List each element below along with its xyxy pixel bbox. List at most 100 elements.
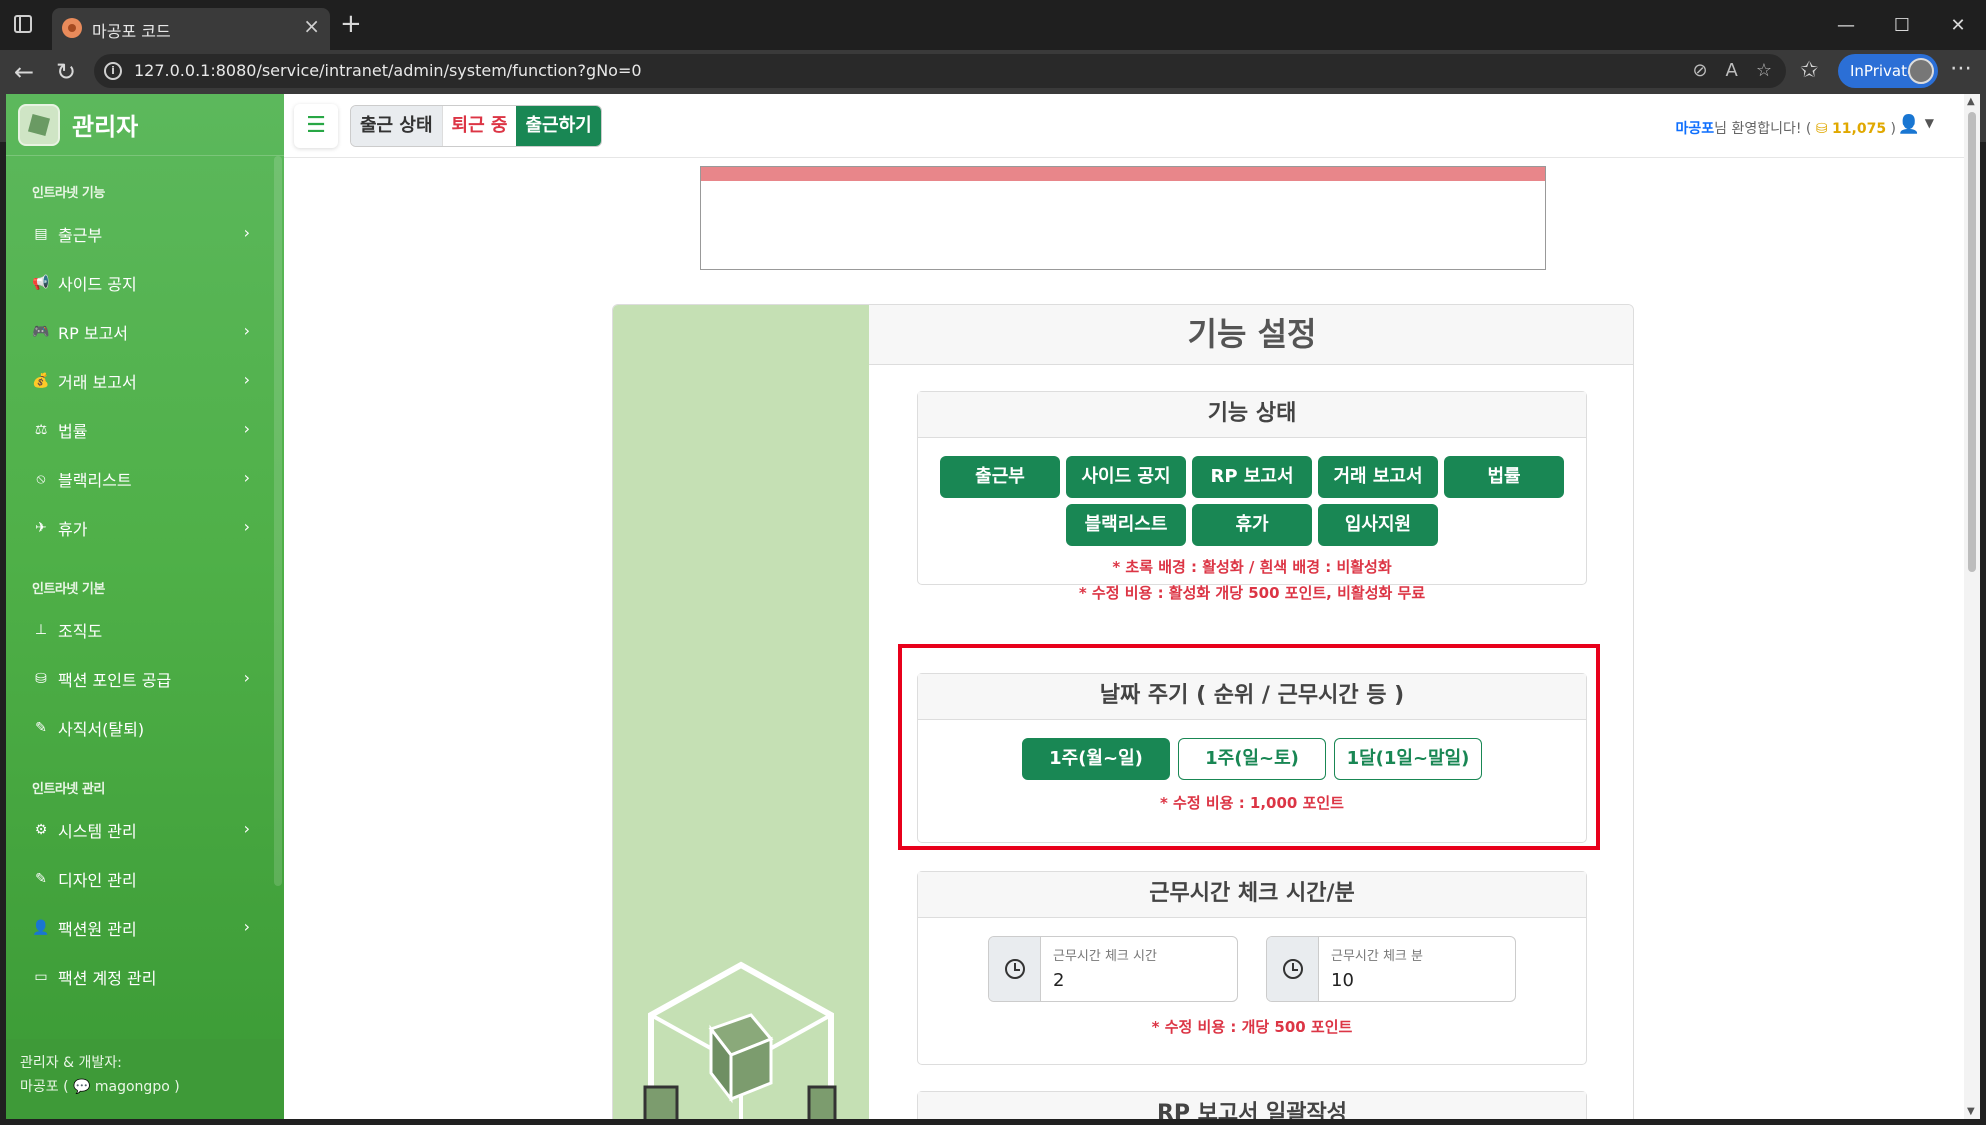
- menu-toggle-icon[interactable]: ☰: [294, 104, 338, 148]
- welcome-username: 마공포: [1675, 121, 1715, 137]
- sidebar-item[interactable]: ⚖ 법률 ›: [6, 405, 284, 454]
- card-side-panel: [613, 305, 869, 1119]
- rp-batch-section: RP 보고서 일괄작성: [917, 1091, 1587, 1119]
- refresh-icon[interactable]: ↻: [56, 58, 76, 86]
- minimize-icon[interactable]: —: [1818, 0, 1874, 50]
- footer-credit-name: 마공포 ( 💬 magongpo ): [20, 1079, 180, 1095]
- coins-icon: ⛁: [35, 670, 47, 687]
- scroll-down-icon[interactable]: ▼: [1967, 1106, 1975, 1117]
- sidebar-item-label: 법률: [58, 421, 88, 441]
- work-check-hour-field[interactable]: 근무시간 체크 시간 2: [988, 936, 1238, 1002]
- feature-toggle-button[interactable]: 거래 보고서: [1318, 456, 1438, 498]
- sidebar-item-label: 블랙리스트: [58, 470, 132, 490]
- tracking-off-icon[interactable]: ⊘: [1692, 60, 1707, 81]
- sidebar-footer: 관리자 & 개발자: 마공포 ( 💬 magongpo ): [6, 1039, 284, 1119]
- id-card-icon: ▭: [34, 968, 48, 985]
- gear-icon: ⚙: [34, 821, 48, 838]
- info-icon[interactable]: i: [104, 62, 122, 80]
- footer-credit-label: 관리자 & 개발자:: [20, 1055, 122, 1071]
- chevron-right-icon: ›: [243, 819, 250, 838]
- feature-toggle-button[interactable]: 사이드 공지: [1066, 456, 1186, 498]
- sidebar-item[interactable]: 📢 사이드 공지: [6, 258, 284, 307]
- welcome-close: ): [1890, 121, 1896, 137]
- avatar: [1908, 58, 1934, 84]
- pen-icon: ✎: [35, 719, 47, 736]
- welcome-text: 마공포님 환영합니다! ( ⛁ 11,075 ): [1676, 118, 1897, 138]
- sidebar-item[interactable]: ⦸ 블랙리스트 ›: [6, 454, 284, 503]
- sidebar-item-label: 사이드 공지: [58, 274, 137, 294]
- work-check-hour-input[interactable]: 2: [1053, 970, 1157, 991]
- feature-toggle-button[interactable]: 블랙리스트: [1066, 504, 1186, 546]
- sidebar-item[interactable]: ✎ 사직서(탈퇴): [6, 703, 284, 752]
- rp-batch-heading: RP 보고서 일괄작성: [918, 1092, 1586, 1119]
- sidebar-item-label: 휴가: [58, 519, 88, 539]
- sidebar-scrollbar[interactable]: [274, 156, 282, 886]
- maximize-icon[interactable]: ☐: [1874, 0, 1930, 50]
- read-aloud-icon[interactable]: A: [1726, 60, 1738, 81]
- sidebar-item[interactable]: ⛁ 팩션 포인트 공급 ›: [6, 654, 284, 703]
- sidebar-item[interactable]: ▭ 팩션 계정 관리: [6, 952, 284, 1001]
- sidebar-brand[interactable]: 관리자: [6, 94, 284, 156]
- work-check-section: 근무시간 체크 시간/분 근무시간 체크 시간 2 근무시간 체크 분 10 *…: [917, 871, 1587, 1065]
- page-title: 기능 설정: [869, 305, 1633, 365]
- feature-toggle-button[interactable]: 입사지원: [1318, 504, 1438, 546]
- points-value: 11,075: [1832, 121, 1887, 137]
- sidebar-item[interactable]: ⊥ 조직도: [6, 605, 284, 654]
- sidebar-item-label: 시스템 관리: [58, 821, 137, 841]
- sidebar-section-title: 인트라넷 기본: [32, 582, 105, 597]
- work-check-minute-input[interactable]: 10: [1331, 970, 1423, 991]
- feature-status-heading: 기능 상태: [918, 392, 1586, 438]
- url-text: 127.0.0.1:8080/service/intranet/admin/sy…: [134, 61, 642, 80]
- sidebar-item[interactable]: 🎮 RP 보고서 ›: [6, 307, 284, 356]
- more-icon[interactable]: ⋯: [1950, 56, 1972, 81]
- chevron-right-icon: ›: [243, 668, 250, 687]
- browser-tab[interactable]: 마공포 코드 ×: [52, 8, 330, 50]
- sidebar-item-label: 사직서(탈퇴): [58, 719, 145, 739]
- back-icon[interactable]: ←: [14, 58, 34, 86]
- design-preview: [700, 166, 1546, 270]
- sidebar-item[interactable]: ✈ 휴가 ›: [6, 503, 284, 552]
- user-icon[interactable]: 👤: [1898, 114, 1920, 135]
- sidebar-item[interactable]: ✎ 디자인 관리: [6, 854, 284, 903]
- scale-icon: ⚖: [34, 421, 48, 438]
- sidebar-item-label: 조직도: [58, 621, 103, 641]
- clock-in-button[interactable]: 출근하기: [516, 106, 601, 146]
- feature-toggle-list: 출근부 사이드 공지 RP 보고서 거래 보고서 법률블랙리스트 휴가 입사지원: [918, 438, 1586, 546]
- clock-icon: [989, 937, 1041, 1001]
- inprivate-button[interactable]: InPrivate: [1838, 54, 1938, 88]
- sidebar-item[interactable]: ⚙ 시스템 관리 ›: [6, 805, 284, 854]
- chevron-right-icon: ›: [243, 419, 250, 438]
- sidebar-item-label: 팩션 포인트 공급: [58, 670, 172, 690]
- scrollbar-thumb[interactable]: [1968, 112, 1976, 572]
- url-field[interactable]: i 127.0.0.1:8080/service/intranet/admin/…: [94, 54, 1786, 88]
- feature-toggle-button[interactable]: RP 보고서: [1192, 456, 1312, 498]
- feature-status-note-1: * 초록 배경 : 활성화 / 흰색 배경 : 비활성화: [1112, 558, 1392, 576]
- sidebar-item[interactable]: ▤ 출근부 ›: [6, 209, 284, 258]
- window-controls: — ☐ ✕: [1818, 0, 1986, 50]
- ban-icon: ⦸: [36, 470, 46, 487]
- sidebar-item[interactable]: 👤 팩션원 관리 ›: [6, 903, 284, 952]
- scroll-up-icon[interactable]: ▲: [1967, 96, 1975, 107]
- favorites-icon[interactable]: ✩: [1800, 58, 1818, 83]
- brand-title: 관리자: [72, 113, 139, 141]
- new-tab-icon[interactable]: +: [340, 9, 362, 39]
- tab-list-icon[interactable]: [14, 15, 32, 33]
- chevron-down-icon[interactable]: ▼: [1925, 116, 1934, 130]
- feature-toggle-button[interactable]: 법률: [1444, 456, 1564, 498]
- close-window-icon[interactable]: ✕: [1930, 0, 1986, 50]
- sidebar-item-label: 거래 보고서: [58, 372, 137, 392]
- work-check-hour-label: 근무시간 체크 시간: [1053, 949, 1157, 964]
- page-scrollbar[interactable]: ▲ ▼: [1964, 94, 1980, 1119]
- close-tab-icon[interactable]: ×: [303, 14, 320, 38]
- feature-toggle-button[interactable]: 휴가: [1192, 504, 1312, 546]
- chevron-right-icon: ›: [243, 321, 250, 340]
- sidebar-item-label: 출근부: [58, 225, 103, 245]
- sidebar-item[interactable]: 💰 거래 보고서 ›: [6, 356, 284, 405]
- feature-toggle-button[interactable]: 출근부: [940, 456, 1060, 498]
- work-check-minute-field[interactable]: 근무시간 체크 분 10: [1266, 936, 1516, 1002]
- sidebar: 관리자 인트라넷 기능 ▤ 출근부 › 📢 사이드 공지 🎮 RP 보고서 › 💰 거래 보고서 › ⚖…: [6, 94, 284, 1119]
- browser-tabbar: 마공포 코드 × + — ☐ ✕: [0, 0, 1986, 50]
- sidebar-item-label: 팩션 계정 관리: [58, 968, 157, 988]
- star-icon[interactable]: ☆: [1756, 60, 1772, 81]
- sidebar-section-title: 인트라넷 기능: [32, 186, 105, 201]
